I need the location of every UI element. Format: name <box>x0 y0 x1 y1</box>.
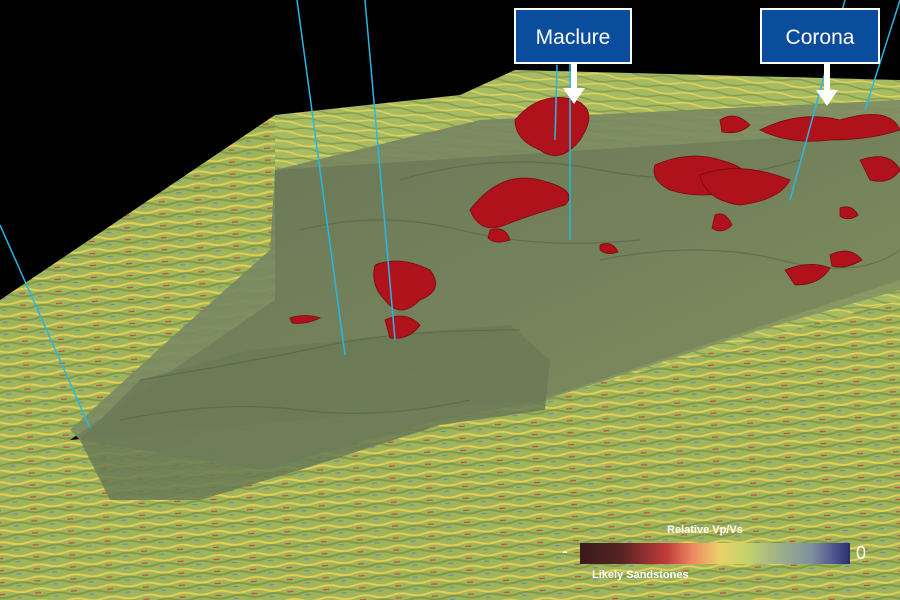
legend-subtitle: Likely Sandstones <box>592 569 689 581</box>
legend-color-bar <box>580 543 850 564</box>
legend-title: Relative Vp/Vs <box>667 524 743 536</box>
corona-field-label: Corona <box>760 8 880 64</box>
seismic-3d-view <box>0 0 900 600</box>
legend-max-label: 0 <box>856 543 867 563</box>
maclure-field-label: Maclure <box>514 8 632 64</box>
legend-min-label: - <box>562 541 568 561</box>
